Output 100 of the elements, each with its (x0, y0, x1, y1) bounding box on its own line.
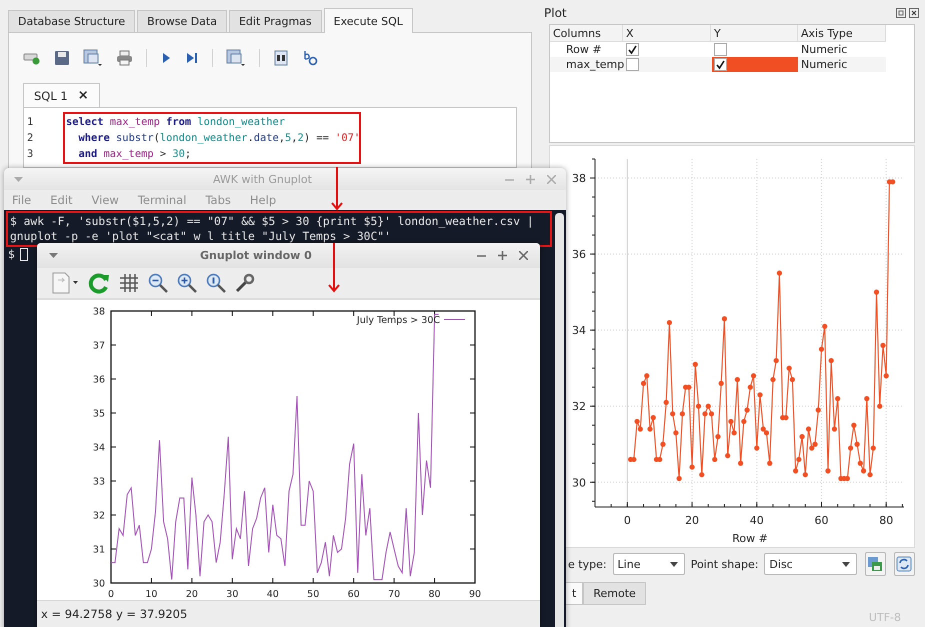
column-header[interactable]: Y (711, 25, 798, 42)
caret-icon (842, 562, 850, 566)
terminal-line: $ awk -F, 'substr($1,5,2) == "07" && $5 > 30 {print $5}' london_weather.csv | (10, 214, 535, 229)
document-icon[interactable] (51, 272, 79, 294)
line-number: 1 (27, 115, 34, 130)
data-point (864, 396, 870, 402)
data-point (776, 270, 782, 276)
data-point (638, 426, 643, 432)
code-line: where substr(london_weather.date,5,2) == '07' (78, 131, 356, 146)
close-tab-button[interactable]: × (78, 88, 89, 103)
data-point (877, 404, 882, 409)
zoom-in-icon[interactable] (177, 273, 197, 293)
window-menu-icon[interactable] (49, 253, 58, 258)
tick-label: 30 (572, 476, 586, 490)
tick-label: 90 (468, 589, 482, 600)
data-point (706, 404, 711, 409)
save-icon[interactable] (54, 50, 70, 66)
step-icon[interactable] (185, 51, 199, 65)
data-point (874, 290, 880, 295)
tick-label: 80 (428, 589, 441, 600)
tick-label: 30 (226, 589, 238, 600)
text-cursor (20, 248, 28, 261)
tick-label: 50 (307, 589, 320, 600)
data-point (748, 384, 753, 390)
data-point (858, 460, 863, 466)
printer-icon[interactable] (116, 50, 133, 66)
tab[interactable]: Execute SQL (324, 8, 413, 33)
close-icon[interactable] (519, 251, 528, 260)
column-header[interactable]: Columns (550, 25, 623, 42)
tick-label: 36 (92, 374, 105, 386)
tab[interactable]: t (566, 582, 584, 605)
data-point (738, 460, 744, 466)
tick-label: 60 (814, 514, 828, 527)
scrollbar[interactable] (555, 213, 564, 627)
checkbox[interactable] (626, 43, 639, 56)
data-point (754, 445, 760, 451)
data-point (689, 464, 695, 470)
point-shape-dropdown[interactable]: Disc (764, 553, 857, 575)
data-point (796, 456, 802, 462)
data-point (757, 392, 763, 398)
terminal-line: gnuplot -p -e 'plot "<cat" w l title "July Temps > 30C"' (10, 229, 392, 244)
maximize-icon[interactable] (498, 251, 507, 260)
line-type-dropdown[interactable]: Line (612, 553, 685, 575)
data-point (680, 411, 685, 416)
data-point (767, 460, 772, 466)
data-point (741, 418, 746, 424)
data-point (666, 320, 672, 326)
checkbox[interactable] (714, 58, 727, 71)
window-title: Gnuplot window 0 (200, 249, 312, 262)
zoom-reset-icon[interactable] (206, 273, 226, 293)
data-point (673, 430, 678, 436)
data-point (870, 445, 876, 451)
tab[interactable]: Database Structure (8, 10, 136, 32)
panel-title: Plot (544, 6, 567, 20)
refresh-icon[interactable] (88, 272, 110, 294)
data-point (692, 362, 698, 367)
tab[interactable]: Remote (583, 582, 646, 605)
play-icon[interactable] (160, 51, 172, 65)
tab[interactable]: Browse Data (137, 10, 227, 32)
grid-icon[interactable] (119, 273, 139, 293)
save-all-icon[interactable] (83, 49, 103, 67)
annotation-arrow (328, 243, 340, 293)
data-point (647, 426, 653, 432)
data-point (722, 316, 728, 322)
data-point (715, 434, 721, 440)
editor-tab[interactable]: SQL 1 × (23, 83, 100, 107)
checkbox[interactable] (714, 43, 727, 56)
data-point (832, 426, 838, 432)
data-point (816, 407, 821, 413)
tick-label: 20 (186, 589, 198, 600)
save-image-button[interactable] (864, 552, 886, 576)
data-point (676, 476, 682, 482)
tick-label: 36 (572, 248, 586, 262)
checkbox[interactable] (626, 58, 639, 71)
export-icon[interactable] (226, 49, 246, 67)
data-point (884, 373, 889, 378)
table-cell-text: Row # (565, 42, 603, 57)
data-point (802, 472, 808, 478)
float-icon[interactable] (896, 8, 906, 18)
tick-label: 60 (348, 589, 360, 600)
terminal-prompt: $ (8, 247, 15, 262)
column-header[interactable]: Axis Type (798, 25, 886, 42)
column-header[interactable]: X (623, 25, 711, 42)
tab[interactable]: Edit Pragmas (228, 10, 322, 32)
data-point (699, 472, 704, 478)
data-point (828, 358, 834, 364)
close-icon[interactable] (909, 8, 919, 18)
data-point (851, 422, 856, 428)
zoom-out-icon[interactable] (148, 273, 168, 293)
tab-add-icon[interactable] (23, 51, 41, 65)
table-cell-text: Numeric (800, 57, 848, 72)
wrench-icon[interactable] (235, 273, 255, 293)
code-line: select max_temp from london_weather (66, 115, 286, 130)
data-point (822, 324, 828, 329)
field-label: Point shape: (690, 558, 758, 570)
tick-label: 33 (92, 476, 105, 488)
refresh-button[interactable] (894, 552, 916, 576)
data-point (825, 468, 831, 474)
data-point (644, 373, 650, 378)
status-text: x = 94.2758 y = 37.9205 (41, 607, 188, 621)
